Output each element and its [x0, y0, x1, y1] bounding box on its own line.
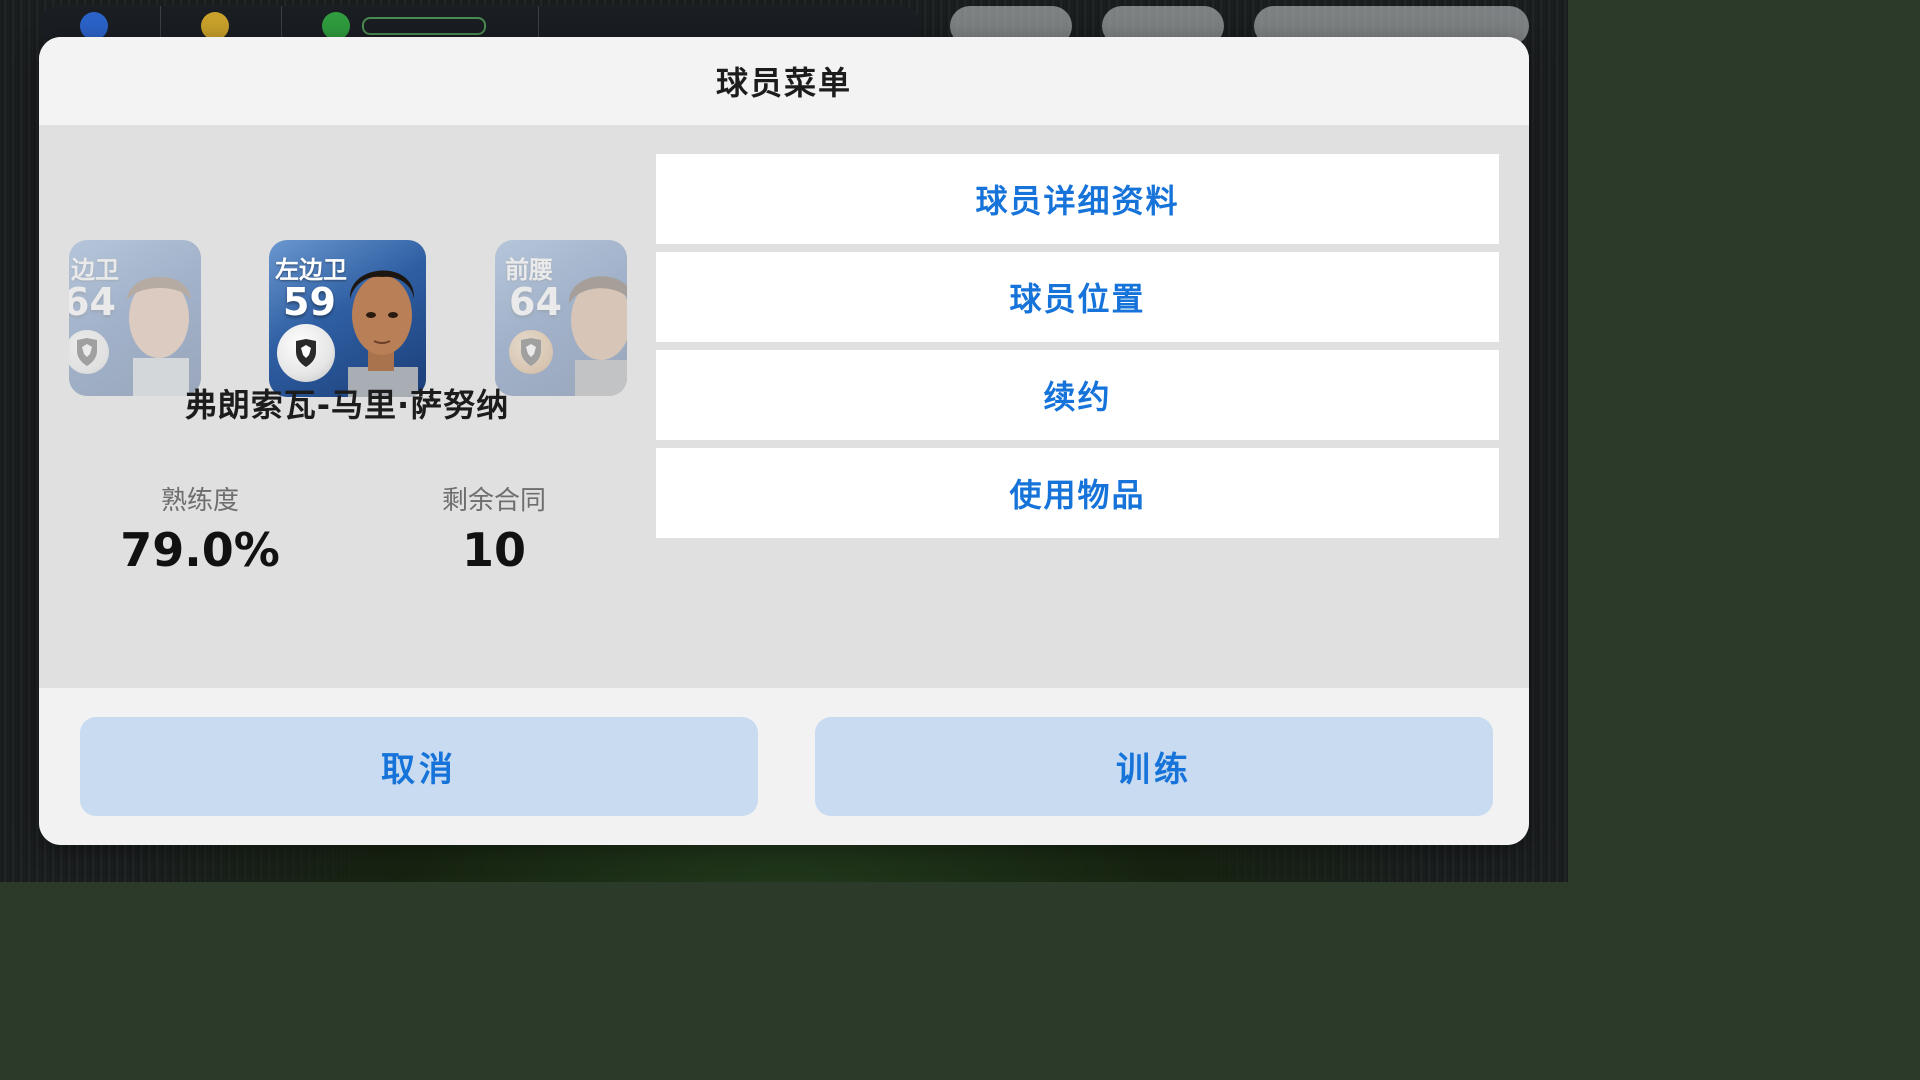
- current-player-card: 左边卫 59: [269, 240, 426, 397]
- dialog-body: 边卫 64 左边卫 59 前腰 64 弗朗索瓦-马里·萨努纳 熟练度 79.0%…: [39, 125, 1529, 688]
- prev-player-card[interactable]: 边卫 64: [69, 240, 201, 396]
- coin-icon: [201, 12, 229, 40]
- player-details-button[interactable]: 球员详细资料: [656, 154, 1499, 244]
- player-position-button[interactable]: 球员位置: [656, 252, 1499, 342]
- dialog-footer: 取消 训练: [39, 688, 1529, 845]
- proficiency-label: 熟练度: [160, 486, 239, 516]
- renew-contract-button[interactable]: 续约: [656, 350, 1499, 440]
- train-button[interactable]: 训练: [815, 717, 1493, 816]
- proficiency-value: 79.0%: [120, 523, 280, 577]
- proficiency-stat: 熟练度 79.0%: [90, 480, 310, 577]
- contract-value: 10: [461, 523, 526, 577]
- contract-label: 剩余合同: [441, 486, 546, 516]
- team-badge-icon: [277, 324, 335, 382]
- next-player-card[interactable]: 前腰 64: [495, 240, 627, 396]
- prev-player-rating: 64: [69, 280, 116, 324]
- cancel-button[interactable]: 取消: [80, 717, 758, 816]
- player-portrait-icon: [568, 276, 627, 396]
- current-player-rating: 59: [283, 280, 336, 324]
- player-name: 弗朗索瓦-马里·萨努纳: [184, 386, 510, 424]
- dialog-header: 球员菜单: [39, 37, 1529, 125]
- team-badge-icon: [69, 330, 109, 374]
- player-portrait-icon: [127, 276, 191, 396]
- use-item-button[interactable]: 使用物品: [656, 448, 1499, 538]
- next-player-rating: 64: [509, 280, 562, 324]
- player-menu-dialog: 球员菜单 边卫 64 左边卫 59 前腰 64 弗朗索瓦-马里·萨努纳 熟练度 …: [39, 37, 1529, 845]
- stamina-bar: [362, 17, 486, 35]
- player-portrait-icon: [348, 270, 418, 397]
- team-badge-icon: [509, 330, 553, 374]
- stamina-icon: [322, 12, 350, 40]
- contract-stat: 剩余合同 10: [384, 480, 604, 577]
- dialog-title: 球员菜单: [715, 64, 852, 102]
- gp-icon: [80, 12, 108, 40]
